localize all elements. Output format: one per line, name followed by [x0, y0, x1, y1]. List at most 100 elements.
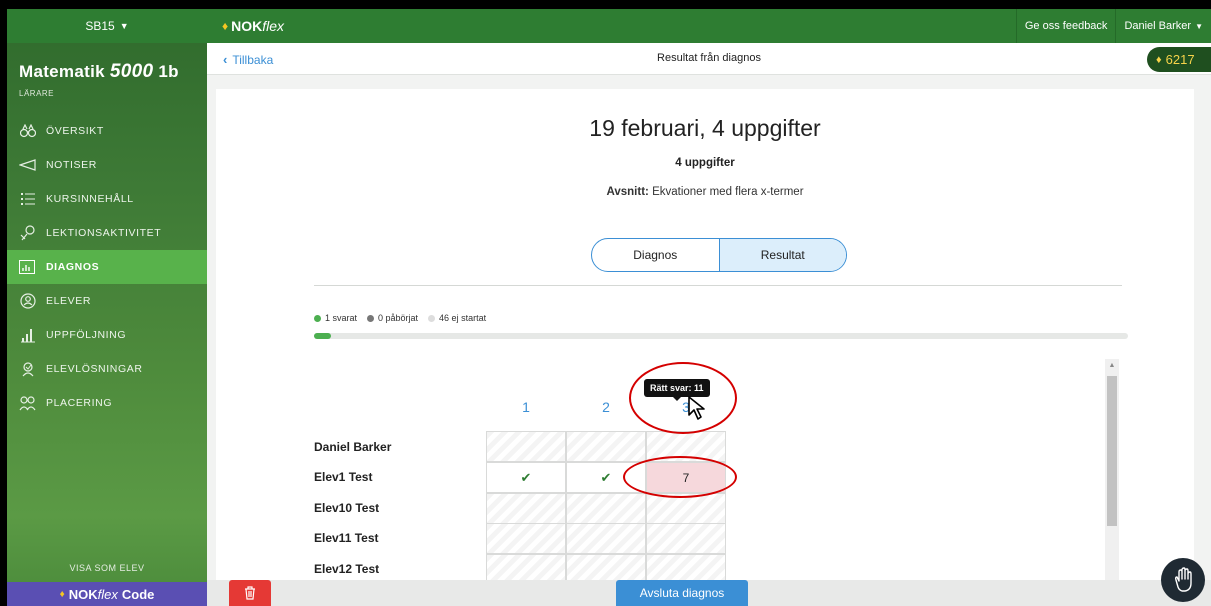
annotation-circle: [629, 362, 737, 434]
result-cell[interactable]: [486, 431, 566, 462]
scrollbar[interactable]: ▲: [1105, 359, 1119, 606]
placement-icon: [19, 395, 37, 411]
help-hand-button[interactable]: [1161, 558, 1205, 602]
code-brand: NOK: [68, 586, 98, 602]
diagnos-icon: [19, 260, 35, 274]
feedback-button[interactable]: Ge oss feedback: [1015, 9, 1116, 43]
gem-counter[interactable]: ♦ 6217: [1147, 47, 1211, 72]
progress-bar: [314, 333, 1128, 339]
sidebar-item-uppfoljning[interactable]: UPPFÖLJNING: [7, 318, 207, 352]
sub-header: ‹ Tillbaka Resultat från diagnos ♦ 6217: [207, 43, 1211, 75]
sidebar-item-placering[interactable]: PLACERING: [7, 386, 207, 420]
nokflex-code-button[interactable]: ♦ NOK flex Code: [7, 582, 207, 606]
trash-icon: [245, 586, 255, 600]
annotation-circle: [623, 456, 737, 498]
code-suffix: Code: [121, 586, 155, 602]
binoculars-icon: [19, 123, 37, 139]
section-value: Ekvationer med flera x-termer: [652, 186, 804, 198]
role-label: LÄRARE: [19, 89, 55, 98]
top-bar: ♦ NOK flex Ge oss feedback Daniel Barker…: [207, 9, 1211, 43]
diagnosis-title: 19 februari, 4 uppgifter: [589, 115, 821, 141]
student-name[interactable]: Daniel Barker: [314, 440, 484, 454]
tab-diagnos[interactable]: Diagnos: [592, 239, 719, 271]
gem-icon: ♦: [1156, 53, 1162, 66]
legend-answered-label: 1 svarat: [325, 313, 358, 323]
students-icon: [19, 293, 37, 309]
legend-started-label: 0 påbörjat: [378, 313, 419, 323]
view-as-student-link[interactable]: VISA SOM ELEV: [7, 554, 207, 582]
hand-icon: [1174, 567, 1192, 592]
checkmark-icon: ✔: [520, 469, 532, 485]
legend-answered: 1 svarat: [314, 313, 357, 323]
course-level: 1b: [158, 62, 179, 81]
gem-icon: ♦: [222, 19, 229, 33]
sidebar-item-label: LEKTIONSAKTIVITET: [46, 227, 162, 239]
sidebar-item-elever[interactable]: ELEVER: [7, 284, 207, 318]
scrollbar-thumb[interactable]: [1107, 376, 1117, 526]
brand-logo[interactable]: ♦ NOK flex: [222, 18, 284, 34]
sidebar-nav: ÖVERSIKT NOTISER KURSINNEHÅLL LEKTIONSAK…: [7, 114, 207, 420]
caret-down-icon: ▼: [119, 21, 129, 31]
diagnosis-subtitle: 4 uppgifter: [675, 157, 735, 169]
course-name: Matematik: [19, 62, 105, 81]
student-name[interactable]: Elev1 Test: [314, 470, 484, 484]
sidebar-item-oversikt[interactable]: ÖVERSIKT: [7, 114, 207, 148]
sidebar-item-label: ÖVERSIKT: [46, 125, 104, 137]
student-name[interactable]: Elev11 Test: [314, 531, 484, 545]
sidebar-item-notiser[interactable]: NOTISER: [7, 148, 207, 182]
view-toggle: Diagnos Resultat: [591, 238, 847, 272]
sidebar-item-label: UPPFÖLJNING: [46, 329, 127, 341]
diagnosis-section: Avsnitt: Ekvationer med flera x-termer: [216, 186, 1194, 198]
result-cell[interactable]: [566, 431, 646, 462]
sidebar-item-elevlosningar[interactable]: ELEVLÖSNINGAR: [7, 352, 207, 386]
sidebar-item-label: DIAGNOS: [46, 261, 100, 273]
status-legend: 1 svarat 0 påbörjat 46 ej startat: [314, 313, 496, 323]
activity-icon: [19, 225, 37, 241]
legend-not-started: 46 ej startat: [428, 313, 486, 323]
brand-name: NOK: [231, 18, 263, 34]
column-header-1[interactable]: 1: [486, 399, 566, 415]
delete-button[interactable]: [229, 580, 271, 606]
bar-chart-icon: [19, 327, 37, 343]
app-window: SB15 ▼ Matematik 5000 1b LÄRARE ÖVERSIKT…: [7, 9, 1211, 606]
result-cell[interactable]: [566, 493, 646, 524]
sidebar-item-label: KURSINNEHÅLL: [46, 193, 134, 205]
result-cell[interactable]: [646, 523, 726, 554]
sidebar-item-label: NOTISER: [46, 159, 97, 171]
notifications-icon: [19, 157, 37, 173]
result-cell-correct[interactable]: ✔: [486, 462, 566, 493]
legend-started: 0 påbörjat: [367, 313, 418, 323]
tab-resultat[interactable]: Resultat: [718, 239, 846, 271]
sidebar-item-label: ELEVLÖSNINGAR: [46, 363, 143, 375]
school-switcher[interactable]: SB15 ▼: [7, 9, 207, 43]
sidebar-item-lektionsaktivitet[interactable]: LEKTIONSAKTIVITET: [7, 216, 207, 250]
sidebar-item-diagnos[interactable]: DIAGNOS: [7, 250, 207, 284]
gem-count: 6217: [1165, 52, 1195, 67]
user-name: Daniel Barker: [1124, 20, 1192, 32]
user-menu[interactable]: Daniel Barker ▼: [1115, 9, 1211, 43]
finish-diagnosis-button[interactable]: Avsluta diagnos: [616, 580, 748, 606]
course-number: 5000: [109, 61, 154, 82]
sidebar-item-label: ELEVER: [46, 295, 92, 307]
section-label: Avsnitt:: [606, 186, 649, 198]
checkmark-icon: ✔: [600, 469, 612, 485]
solutions-icon: [19, 361, 37, 377]
gem-icon: ♦: [59, 588, 65, 600]
student-name[interactable]: Elev12 Test: [314, 562, 484, 576]
course-title: Matematik 5000 1b: [7, 43, 207, 83]
result-cell[interactable]: [566, 523, 646, 554]
result-cell[interactable]: [486, 523, 566, 554]
started-dot: [367, 314, 375, 322]
legend-not-started-label: 46 ej startat: [439, 313, 487, 323]
results-table: 1 2 3 Rätt svar: 11 Daniel Barker Elev1 …: [216, 351, 1194, 606]
caret-down-icon: ▼: [1195, 21, 1203, 31]
result-cell[interactable]: [486, 493, 566, 524]
student-name[interactable]: Elev10 Test: [314, 501, 484, 515]
top-right-actions: Ge oss feedback Daniel Barker ▼: [1015, 9, 1211, 43]
footer-bar: Avsluta diagnos: [207, 580, 1211, 606]
scroll-up-icon[interactable]: ▲: [1105, 362, 1119, 369]
not-started-dot: [428, 314, 436, 322]
list-icon: [19, 191, 37, 207]
sidebar-item-kursinnehall[interactable]: KURSINNEHÅLL: [7, 182, 207, 216]
sidebar-item-label: PLACERING: [46, 397, 113, 409]
